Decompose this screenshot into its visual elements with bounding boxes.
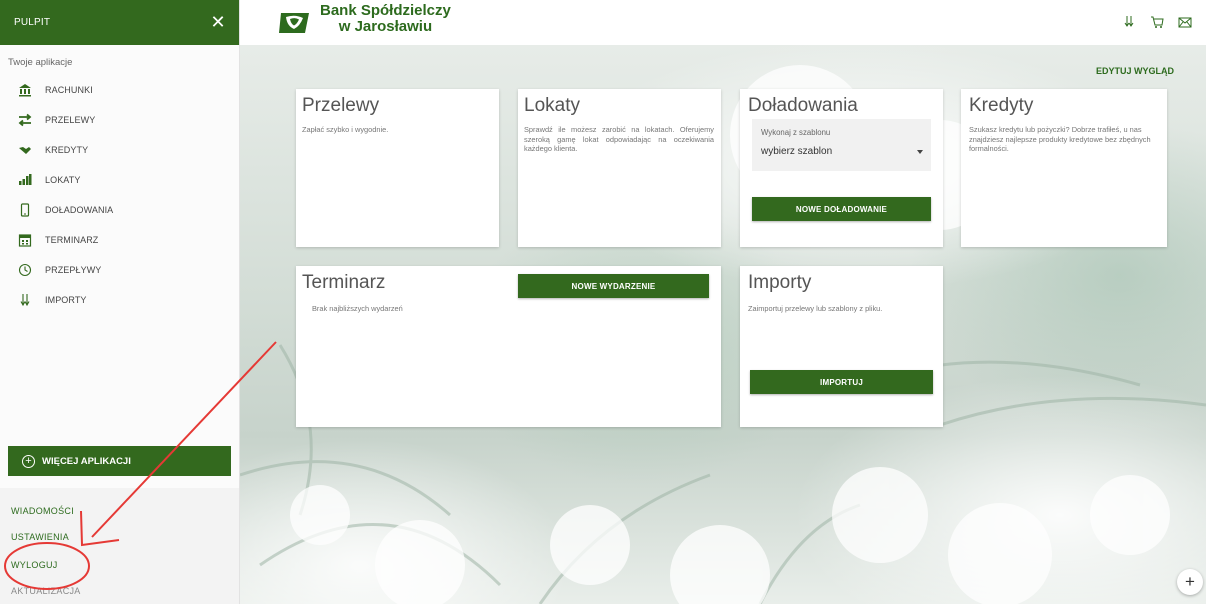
bank-name: Bank Spółdzielczy w Jarosławiu (320, 3, 451, 35)
flow-icon (18, 263, 32, 277)
bank-icon (18, 83, 32, 97)
sidebar-header: PULPIT ✕ (0, 0, 239, 45)
sidebar-title: PULPIT (14, 17, 51, 28)
transfer-icon (18, 113, 32, 127)
bank-name-line1: Bank Spółdzielczy (320, 2, 451, 19)
card-text: Zaimportuj przelewy lub szablony z pliku… (748, 304, 883, 313)
new-topup-button[interactable]: NOWE DOŁADOWANIE (752, 197, 931, 221)
card-title: Przelewy (302, 95, 380, 116)
sidebar-item-label: PRZELEWY (45, 115, 96, 125)
card-text: Szukasz kredytu lub pożyczki? Dobrze tra… (969, 125, 1151, 153)
calendar-icon (18, 233, 32, 247)
bars-icon (18, 173, 32, 187)
apps-label: Twoje aplikacje (8, 57, 73, 68)
sidebar-item-terminarz[interactable]: TERMINARZ (0, 225, 239, 255)
messages-link[interactable]: WIADOMOŚCI (11, 506, 74, 516)
chevron-down-icon (917, 150, 923, 154)
update-link[interactable]: AKTUALIZACJA (11, 586, 81, 596)
card-title: Terminarz (302, 272, 386, 293)
more-apps-label: WIĘCEJ APLIKACJI (42, 455, 131, 467)
card-lokaty[interactable]: Lokaty Sprawdź ile możesz zarobić na lok… (518, 89, 721, 247)
phone-icon (18, 203, 32, 217)
card-title: Importy (748, 272, 812, 293)
sidebar-item-label: PRZEPŁYWY (45, 265, 102, 275)
handshake-icon (18, 143, 32, 157)
import-button[interactable]: IMPORTUJ (750, 370, 933, 394)
sidebar-bottom-links: WIADOMOŚCI USTAWIENIA WYLOGUJ AKTUALIZAC… (0, 488, 239, 604)
sidebar: PULPIT ✕ Twoje aplikacje RACHUNKI PRZELE… (0, 0, 240, 604)
sidebar-item-label: LOKATY (45, 175, 81, 185)
sidebar-item-kredyty[interactable]: KREDYTY (0, 135, 239, 165)
template-select-value: wybierz szablon (761, 146, 833, 157)
sidebar-item-przeplywy[interactable]: PRZEPŁYWY (0, 255, 239, 285)
card-text: Brak najbliższych wydarzeń (312, 304, 403, 313)
sidebar-item-label: RACHUNKI (45, 85, 93, 95)
top-bar: Bank Spółdzielczy w Jarosławiu (240, 0, 1206, 45)
logout-link[interactable]: WYLOGUJ (11, 560, 58, 570)
add-widget-button[interactable]: + (1177, 569, 1203, 595)
settings-link[interactable]: USTAWIENIA (11, 532, 69, 542)
import-icon (18, 293, 32, 307)
plus-circle-icon: + (22, 454, 35, 468)
mail-icon[interactable] (1178, 15, 1192, 29)
card-text: Zapłać szybko i wygodnie. (302, 125, 389, 134)
sidebar-item-label: DOŁADOWANIA (45, 205, 114, 215)
sidebar-item-importy[interactable]: IMPORTY (0, 285, 239, 315)
sidebar-item-przelewy[interactable]: PRZELEWY (0, 105, 239, 135)
bank-logo-icon (279, 13, 309, 33)
card-importy: Importy Zaimportuj przelewy lub szablony… (740, 266, 943, 427)
close-icon[interactable]: ✕ (209, 12, 227, 32)
card-title: Kredyty (969, 95, 1034, 116)
sidebar-item-label: IMPORTY (45, 295, 87, 305)
top-icons (1122, 15, 1192, 29)
new-event-button[interactable]: NOWE WYDARZENIE (518, 274, 709, 298)
card-przelewy[interactable]: Przelewy Zapłać szybko i wygodnie. (296, 89, 499, 247)
card-title: Lokaty (524, 95, 580, 116)
card-kredyty[interactable]: Kredyty Szukasz kredytu lub pożyczki? Do… (961, 89, 1167, 247)
card-terminarz: Terminarz Brak najbliższych wydarzeń NOW… (296, 266, 721, 427)
edit-layout-link[interactable]: EDYTUJ WYGLĄD (1096, 66, 1174, 76)
template-select[interactable]: Wykonaj z szablonu wybierz szablon (752, 119, 931, 171)
bank-name-line2: w Jarosławiu (338, 18, 433, 35)
sidebar-item-label: TERMINARZ (45, 235, 99, 245)
sidebar-item-rachunki[interactable]: RACHUNKI (0, 75, 239, 105)
cart-icon[interactable] (1150, 15, 1164, 29)
more-apps-button[interactable]: + WIĘCEJ APLIKACJI (8, 446, 231, 476)
sidebar-item-lokaty[interactable]: LOKATY (0, 165, 239, 195)
card-doladowania: Doładowania Wykonaj z szablonu wybierz s… (740, 89, 943, 247)
sidebar-item-label: KREDYTY (45, 145, 89, 155)
card-text: Sprawdź ile możesz zarobić na lokatach. … (524, 125, 714, 153)
template-select-label: Wykonaj z szablonu (761, 128, 831, 137)
download-icon[interactable] (1122, 15, 1136, 29)
card-title: Doładowania (748, 95, 858, 116)
sidebar-item-doladowania[interactable]: DOŁADOWANIA (0, 195, 239, 225)
